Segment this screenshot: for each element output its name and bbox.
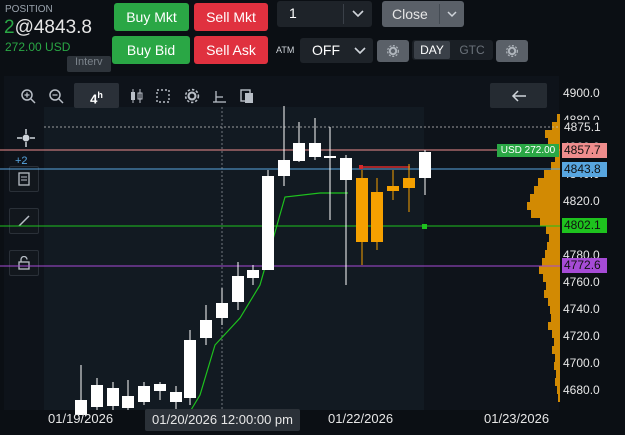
unlock-icon — [18, 256, 30, 270]
position-pnl-tag: USD 272.00 — [497, 144, 559, 157]
position-label: POSITION — [5, 4, 53, 15]
atm-label: ATM — [276, 45, 295, 55]
price-tick-label: 4740.0 — [563, 302, 600, 316]
position-price: @4843.8 — [14, 17, 92, 38]
selection-icon[interactable] — [152, 85, 174, 107]
price-tick-label: 4680.0 — [563, 383, 600, 397]
chart-plot-area — [44, 107, 424, 410]
zoom-in-icon[interactable] — [17, 85, 39, 107]
time-label-0123: 01/23/2026 — [484, 411, 550, 426]
atm-select[interactable]: OFF — [300, 38, 373, 63]
gear-icon — [506, 45, 518, 57]
price-tick-label: 4700.0 — [563, 356, 600, 370]
price-tick-label: 4720.0 — [563, 329, 600, 343]
sell-ask-button[interactable]: Sell Ask — [194, 36, 268, 64]
tif-gtc-button[interactable]: GTC — [455, 41, 489, 59]
price-tag-4772: 4772.6 — [562, 258, 607, 273]
indicators-icon[interactable] — [208, 85, 230, 107]
position-pnl: 272.00 USD — [5, 40, 71, 54]
price-tag-4875: 4875.1 — [562, 120, 607, 135]
chart-settings-icon[interactable] — [181, 85, 203, 107]
interval-button[interactable]: 4h — [74, 83, 119, 108]
price-tick-label: 4760.0 — [563, 275, 600, 289]
chevron-down-icon — [354, 47, 366, 55]
price-tick-label: 4900.0 — [563, 86, 600, 100]
tooltip-ghost: Interv — [67, 56, 111, 72]
chevron-down-icon — [343, 4, 372, 24]
lock-tool-button[interactable] — [9, 250, 39, 276]
chevron-down-icon — [439, 4, 464, 24]
interval-unit: h — [97, 90, 103, 100]
layout-icon[interactable] — [236, 85, 258, 107]
trend-line-icon — [18, 215, 30, 227]
document-icon — [18, 172, 30, 186]
quantity-value: 1 — [289, 5, 297, 21]
sell-mkt-button[interactable]: Sell Mkt — [194, 3, 268, 31]
order-settings-button[interactable] — [496, 40, 528, 62]
position-qty-value: 2 — [4, 17, 15, 38]
close-position-button[interactable]: Close — [382, 1, 464, 27]
notes-tool-button[interactable] — [9, 166, 39, 192]
close-label: Close — [392, 6, 428, 22]
candlestick-type-icon[interactable] — [126, 85, 148, 107]
position-qty: 2@4843.8 — [4, 17, 92, 39]
crosshair-time-label: 01/20/2026 12:00:00 pm — [145, 409, 300, 431]
atm-value: OFF — [312, 42, 340, 58]
time-label-0119: 01/19/2026 — [48, 411, 114, 426]
line-tool-button[interactable] — [9, 208, 39, 234]
price-tag-4843: 4843.8 — [562, 162, 607, 177]
atm-settings-button[interactable] — [377, 40, 409, 62]
zoom-out-icon[interactable] — [45, 85, 67, 107]
gear-icon — [387, 45, 399, 57]
tif-day-button[interactable]: DAY — [414, 41, 450, 59]
crosshair-tool-button[interactable] — [13, 127, 39, 149]
crosshair-icon — [17, 129, 35, 147]
price-tag-4802: 4802.1 — [562, 218, 607, 233]
buy-bid-button[interactable]: Buy Bid — [112, 36, 190, 64]
time-label-0122: 01/22/2026 — [328, 411, 394, 426]
price-tag-4857: 4857.7 — [562, 143, 607, 158]
back-button[interactable] — [490, 83, 547, 108]
arrow-left-icon — [511, 89, 526, 102]
quantity-select[interactable]: 1 — [277, 1, 372, 27]
buy-mkt-button[interactable]: Buy Mkt — [114, 3, 189, 31]
price-tick-label: 4820.0 — [563, 194, 600, 208]
